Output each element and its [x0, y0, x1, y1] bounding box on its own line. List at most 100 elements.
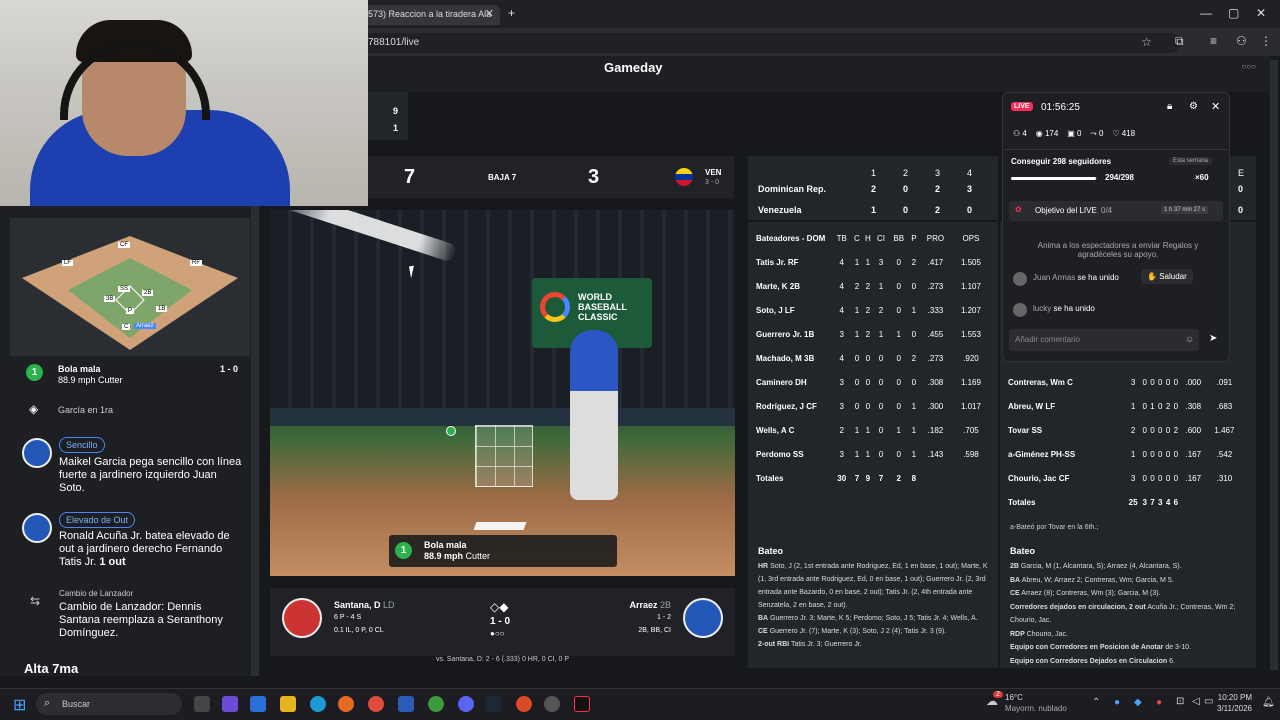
col-header: BB — [893, 233, 905, 243]
volume-icon[interactable]: ◁ — [1192, 696, 1200, 707]
table-row[interactable]: a-Giménez PH-SS 1 0 0 0 0 0.167.542 — [1008, 442, 1242, 466]
player-name[interactable]: Rodríguez, J CF — [756, 394, 832, 418]
bookmark-star-icon[interactable]: ☆ — [1141, 35, 1152, 49]
player-name[interactable]: Chourio, Jac CF — [1008, 466, 1125, 490]
word-icon[interactable] — [398, 696, 414, 712]
table-row[interactable]: Machado, M 3B 4 0 0 0 0 2.273.920 — [756, 346, 990, 370]
browser-tab[interactable]: 573) Reaccion a la tiradera Ala ✕ — [362, 5, 500, 25]
batter-name[interactable]: Arraez — [629, 600, 657, 610]
close-icon[interactable]: ✕ — [1211, 100, 1220, 113]
pitcher-name[interactable]: Santana, D — [334, 600, 381, 610]
xbox-icon[interactable] — [428, 696, 444, 712]
objective-row[interactable]: ✿ Objetivo del LIVE 0/4 1 h 37 min 27 s — [1009, 201, 1223, 221]
settings-icon[interactable]: ⚙ — [1189, 101, 1198, 112]
close-window-icon[interactable]: ✕ — [1256, 6, 1266, 20]
task-view-icon[interactable] — [194, 696, 210, 712]
stat-cell: 3 — [839, 401, 844, 411]
batter-figure — [570, 330, 618, 500]
store-icon[interactable] — [250, 696, 266, 712]
player-name[interactable]: Perdomo SS — [756, 442, 832, 466]
discord-icon[interactable] — [458, 696, 474, 712]
tray-app-icon[interactable]: ● — [1114, 697, 1120, 708]
feed-event: García en 1ra — [58, 405, 114, 415]
tray-chevron-icon[interactable]: ⌃ — [1092, 697, 1100, 708]
game-app-icon[interactable] — [516, 696, 532, 712]
player-position: C — [1067, 377, 1073, 387]
extensions-icon[interactable]: ⧉ — [1175, 34, 1184, 49]
table-row[interactable]: Abreu, W LF 1 0 1 0 2 0.308.683 — [1008, 394, 1242, 418]
copilot-icon[interactable] — [222, 696, 238, 712]
table-row[interactable]: Marte, K 2B 4 2 2 1 0 0.273 1.107 — [756, 274, 990, 298]
menu-kebab-icon[interactable]: ⋮ — [1260, 34, 1272, 48]
stat-cell: 0 — [878, 377, 884, 387]
matchup-panel: Santana, D LD 6 P - 4 S 0.1 IL, 0 P, 0 C… — [270, 588, 735, 656]
lock-icon[interactable]: 🔒︎ — [1167, 101, 1172, 112]
table-row[interactable]: Wells, A C 2 1 1 0 1 1.182.705 — [756, 418, 990, 442]
table-row[interactable]: Contreras, Wm C 3 0 0 0 0 0.000.091 — [1008, 370, 1242, 394]
table-row[interactable]: Perdomo SS 3 1 1 0 0 1.143.598 — [756, 442, 990, 466]
table-row[interactable]: Chourio, Jac CF 3 0 0 0 0 0.167.310 — [1008, 466, 1242, 490]
file-explorer-icon[interactable] — [280, 696, 296, 712]
player-name[interactable]: Soto, J LF — [756, 298, 832, 322]
clock-date[interactable]: 3/11/2026 — [1210, 704, 1252, 713]
page-scrollbar[interactable] — [1270, 60, 1278, 670]
mini-field[interactable]: LF CF RF SS 2B 3B 1B P C Arraez — [10, 218, 250, 356]
new-tab-icon[interactable]: + — [508, 6, 515, 20]
greet-button[interactable]: ✋ Saludar — [1141, 269, 1193, 284]
note-line: Equipo con Corredores en Posicion de Ano… — [1010, 641, 1246, 655]
stat-cell: 0 — [865, 401, 871, 411]
player-name[interactable]: Caminero DH — [756, 370, 832, 394]
emoji-icon[interactable]: ☺ — [1185, 334, 1194, 344]
clock-time[interactable]: 10:20 PM — [1214, 693, 1252, 702]
home-record: 3 - 0 — [705, 179, 720, 186]
player-name[interactable]: Tovar SS — [1008, 418, 1125, 442]
windows-start-icon[interactable]: ⊞ — [13, 695, 26, 715]
player-name[interactable]: Abreu, W LF — [1008, 394, 1125, 418]
chrome-icon[interactable] — [368, 696, 384, 712]
address-bar[interactable]: 788101/live ☆ — [360, 33, 1180, 53]
tray-security-icon[interactable]: ◆ — [1134, 697, 1142, 708]
feed-scrollbar[interactable] — [251, 206, 259, 676]
player-name[interactable]: Guerrero Jr. 1B — [756, 322, 832, 346]
comment-input[interactable]: Añadir comentario ☺ — [1009, 329, 1199, 351]
close-tab-icon[interactable]: ✕ — [485, 7, 494, 20]
note-key: Equipo con Corredores en Posicion de Ano… — [1010, 644, 1164, 651]
microphone-icon[interactable]: ● — [1156, 697, 1162, 708]
firefox-icon[interactable] — [338, 696, 354, 712]
edge-icon[interactable] — [310, 696, 326, 712]
playlist-icon[interactable]: ≡ — [1210, 34, 1217, 48]
player-name[interactable]: a-Giménez PH-SS — [1008, 442, 1125, 466]
table-row[interactable]: Tovar SS 2 0 0 0 0 2.600 1.467 — [1008, 418, 1242, 442]
stat-cell: 1.553 — [960, 329, 981, 339]
player-name[interactable]: Machado, M 3B — [756, 346, 832, 370]
taskbar-search[interactable]: ⌕ Buscar — [36, 693, 182, 715]
table-row[interactable]: Soto, J LF 4 1 2 2 0 1.333 1.207 — [756, 298, 990, 322]
maximize-icon[interactable]: ▢ — [1228, 6, 1239, 20]
network-icon[interactable]: ⊡ — [1176, 696, 1184, 707]
steam-icon[interactable] — [486, 696, 502, 712]
tiktok-live-icon[interactable] — [574, 696, 590, 712]
table-row[interactable]: Caminero DH 3 0 0 0 0 0.308 1.169 — [756, 370, 990, 394]
notifications-icon[interactable]: 🔔︎ — [1262, 697, 1275, 708]
more-options-icon[interactable]: ○○○ — [1242, 62, 1257, 71]
col-header: PRO — [926, 233, 945, 243]
pitch-marker[interactable] — [446, 426, 456, 436]
player-name[interactable]: Tatis Jr. RF — [756, 250, 832, 274]
note-line: Equipo con Corredores Dejados en Circula… — [1010, 655, 1246, 669]
player-name[interactable]: Marte, K 2B — [756, 274, 832, 298]
table-row[interactable]: Tatis Jr. RF 4 1 1 3 0 2.417 1.505 — [756, 250, 990, 274]
profile-icon[interactable]: ⚇ — [1236, 34, 1247, 48]
table-row[interactable]: Guerrero Jr. 1B 3 1 2 1 1 0.455 1.553 — [756, 322, 990, 346]
gameday-3d-view[interactable]: WORLD BASEBALL CLASSIC 1 Bola mala 88.9 mp… — [270, 210, 735, 576]
pos-lf: LF — [62, 260, 74, 266]
stat-cell: 1 — [865, 425, 871, 435]
player-name[interactable]: Wells, A C — [756, 418, 832, 442]
note-key: Corredores dejados en circulacion, 2 out — [1010, 603, 1146, 611]
send-icon[interactable]: ➤ — [1209, 333, 1217, 344]
player-name[interactable]: Contreras, Wm C — [1008, 370, 1125, 394]
table-row[interactable]: Rodríguez, J CF 3 0 0 0 0 1.300 1.017 — [756, 394, 990, 418]
settings-app-icon[interactable] — [544, 696, 560, 712]
minimize-icon[interactable]: — — [1200, 6, 1212, 20]
note-line: Corredores dejados en circulacion, 2 out… — [1010, 601, 1246, 628]
stat-users: 4 — [1022, 129, 1027, 138]
